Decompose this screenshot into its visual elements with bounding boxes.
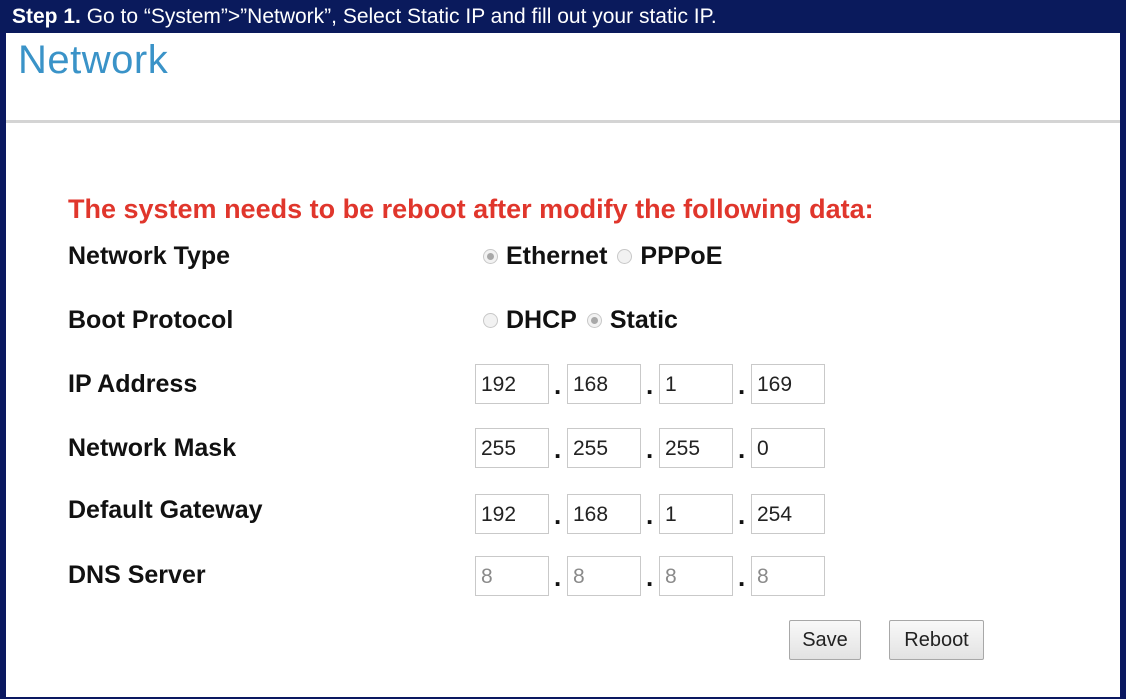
pppoe-radio[interactable] bbox=[617, 249, 633, 264]
dhcp-radio-label[interactable]: DHCP bbox=[506, 306, 577, 335]
network-mask-octet-1[interactable]: 255 bbox=[475, 428, 549, 468]
ip-address-label: IP Address bbox=[68, 370, 198, 398]
dns-server-octet-3[interactable]: 8 bbox=[659, 556, 733, 596]
dns-server-octet-1[interactable]: 8 bbox=[475, 556, 549, 596]
ethernet-radio[interactable] bbox=[483, 249, 498, 264]
default-gateway-octet-1[interactable]: 192 bbox=[475, 494, 549, 534]
save-button[interactable]: Save bbox=[789, 620, 861, 660]
octet-separator: . bbox=[738, 370, 746, 400]
reboot-button[interactable]: Reboot bbox=[889, 620, 984, 660]
default-gateway-inputs: 192 . 168 . 1 . 254 bbox=[475, 494, 847, 534]
default-gateway-octet-4[interactable]: 254 bbox=[751, 494, 825, 534]
step-label: Step 1. bbox=[12, 5, 81, 28]
title-divider bbox=[6, 120, 1120, 123]
octet-separator: . bbox=[738, 562, 746, 592]
static-radio-label[interactable]: Static bbox=[610, 306, 678, 335]
octet-separator: . bbox=[646, 434, 654, 464]
network-mask-octet-4[interactable]: 0 bbox=[751, 428, 825, 468]
network-type-radio-group: Ethernet PPPoE bbox=[483, 242, 732, 271]
default-gateway-octet-3[interactable]: 1 bbox=[659, 494, 733, 534]
octet-separator: . bbox=[646, 500, 654, 530]
octet-separator: . bbox=[554, 500, 562, 530]
step-instruction-bar: Step 1. Go to “System”>”Network”, Select… bbox=[0, 0, 1126, 33]
octet-separator: . bbox=[738, 434, 746, 464]
dns-server-label: DNS Server bbox=[68, 561, 206, 589]
static-radio[interactable] bbox=[586, 313, 602, 328]
dhcp-radio[interactable] bbox=[483, 313, 498, 328]
ip-address-octet-2[interactable]: 168 bbox=[567, 364, 641, 404]
network-mask-label: Network Mask bbox=[68, 434, 237, 462]
network-mask-octet-2[interactable]: 255 bbox=[567, 428, 641, 468]
ip-address-octet-3[interactable]: 1 bbox=[659, 364, 733, 404]
reboot-warning: The system needs to be reboot after modi… bbox=[68, 194, 874, 224]
octet-separator: . bbox=[646, 562, 654, 592]
network-type-label: Network Type bbox=[68, 242, 231, 270]
default-gateway-label: Default Gateway bbox=[68, 496, 263, 524]
step-instruction: Go to “System”>”Network”, Select Static … bbox=[86, 5, 717, 28]
octet-separator: . bbox=[554, 370, 562, 400]
octet-separator: . bbox=[554, 434, 562, 464]
page-title: Network bbox=[18, 38, 169, 82]
dns-server-octet-2[interactable]: 8 bbox=[567, 556, 641, 596]
dns-server-octet-4[interactable]: 8 bbox=[751, 556, 825, 596]
boot-protocol-label: Boot Protocol bbox=[68, 306, 234, 334]
octet-separator: . bbox=[738, 500, 746, 530]
network-mask-octet-3[interactable]: 255 bbox=[659, 428, 733, 468]
ethernet-radio-label[interactable]: Ethernet bbox=[506, 242, 607, 271]
ip-address-octet-1[interactable]: 192 bbox=[475, 364, 549, 404]
ip-address-octet-4[interactable]: 169 bbox=[751, 364, 825, 404]
default-gateway-octet-2[interactable]: 168 bbox=[567, 494, 641, 534]
octet-separator: . bbox=[554, 562, 562, 592]
boot-protocol-radio-group: DHCP Static bbox=[483, 306, 688, 335]
pppoe-radio-label[interactable]: PPPoE bbox=[640, 242, 722, 271]
ip-address-inputs: 192 . 168 . 1 . 169 bbox=[475, 364, 847, 404]
network-mask-inputs: 255 . 255 . 255 . 0 bbox=[475, 428, 847, 468]
dns-server-inputs: 8 . 8 . 8 . 8 bbox=[475, 556, 847, 596]
octet-separator: . bbox=[646, 370, 654, 400]
